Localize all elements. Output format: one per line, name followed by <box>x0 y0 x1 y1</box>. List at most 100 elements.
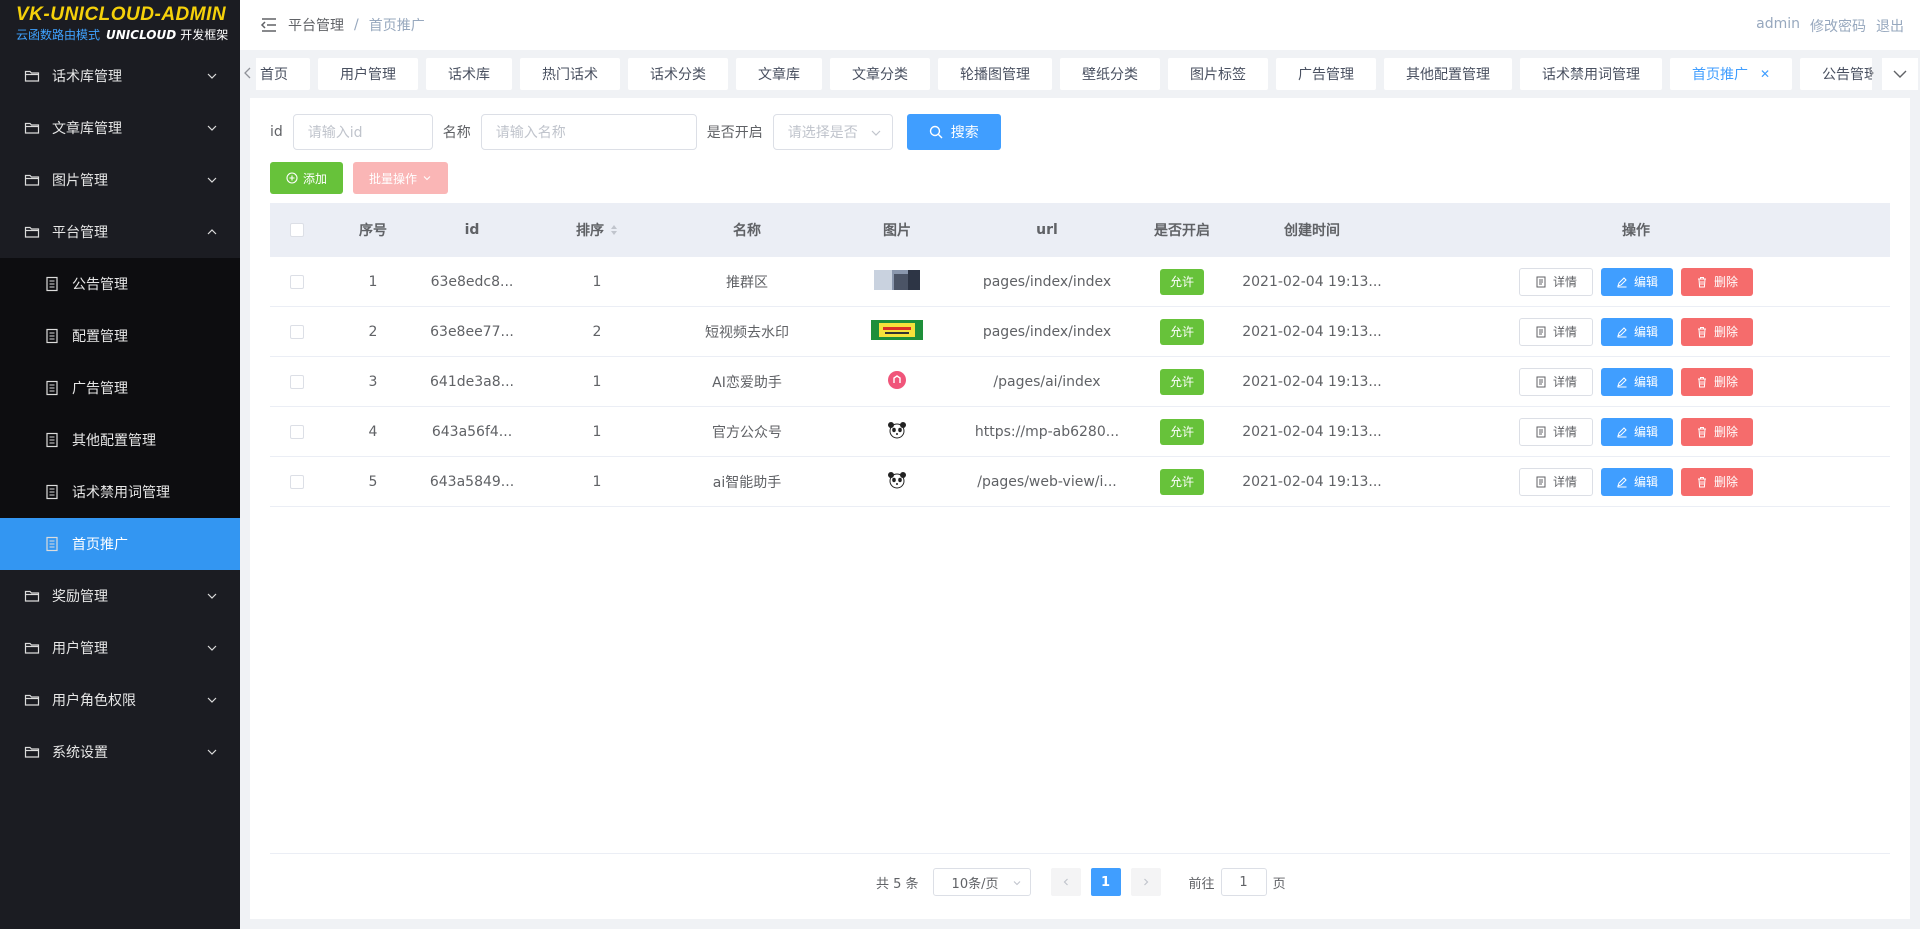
submenu-item-2[interactable]: 广告管理 <box>0 362 240 414</box>
prev-page-button[interactable] <box>1050 868 1081 896</box>
status-badge: 允许 <box>1159 318 1204 345</box>
edit-button[interactable]: 编辑 <box>1600 417 1673 446</box>
close-icon[interactable]: ✕ <box>1760 67 1770 81</box>
detail-button[interactable]: 详情 <box>1518 267 1593 296</box>
row-checkbox[interactable] <box>290 274 304 289</box>
row-check-cell <box>270 274 324 289</box>
add-button[interactable]: 添加 <box>270 162 344 194</box>
submenu-item-4[interactable]: 话术禁用词管理 <box>0 466 240 518</box>
add-button-label: 添加 <box>303 171 328 186</box>
edit-button[interactable]: 编辑 <box>1600 467 1673 496</box>
detail-button[interactable]: 详情 <box>1518 367 1593 396</box>
tag-14[interactable]: 公告管理 <box>1800 58 1872 90</box>
sidebar-item-after-0[interactable]: 奖励管理 <box>0 570 240 622</box>
delete-button[interactable]: 删除 <box>1681 317 1754 346</box>
tag-11[interactable]: 其他配置管理 <box>1384 58 1512 90</box>
tag-2[interactable]: 话术库 <box>426 58 512 90</box>
row-checkbox[interactable] <box>290 424 304 439</box>
submenu-item-5[interactable]: 首页推广 <box>0 518 240 570</box>
sidebar-item-after-2[interactable]: 用户角色权限 <box>0 674 240 726</box>
submenu-item-1[interactable]: 配置管理 <box>0 310 240 362</box>
sort-caret-icon[interactable] <box>610 224 618 236</box>
edit-button[interactable]: 编辑 <box>1600 317 1673 346</box>
cell-ops: 详情 编辑 删除 <box>1382 367 1890 396</box>
logo-sub-a: 云函数路由模式 <box>16 28 101 42</box>
row-checkbox[interactable] <box>290 374 304 389</box>
id-input[interactable]: 请输入id <box>292 114 433 150</box>
sidebar-item-2[interactable]: 图片管理 <box>0 154 240 206</box>
batch-operation-button[interactable]: 批量操作 <box>353 162 449 194</box>
tag-5[interactable]: 文章库 <box>736 58 822 90</box>
next-page-button[interactable] <box>1130 868 1161 896</box>
tag-7[interactable]: 轮播图管理 <box>938 58 1052 90</box>
delete-button[interactable]: 删除 <box>1681 417 1754 446</box>
detail-button[interactable]: 详情 <box>1518 317 1593 346</box>
edit-icon <box>1616 326 1628 338</box>
tag-12[interactable]: 话术禁用词管理 <box>1520 58 1662 90</box>
tag-3[interactable]: 热门话术 <box>520 58 620 90</box>
col-header-name: 名称 <box>733 223 761 239</box>
change-password-link[interactable]: 修改密码 <box>1810 16 1866 36</box>
row-checkbox[interactable] <box>290 474 304 489</box>
tag-1[interactable]: 用户管理 <box>318 58 418 90</box>
cell-ops: 详情 编辑 删除 <box>1382 467 1890 496</box>
goto-page-input[interactable]: 1 <box>1220 868 1267 896</box>
thumbnail-image[interactable] <box>887 370 907 394</box>
delete-button[interactable]: 删除 <box>1681 467 1754 496</box>
submenu-item-label: 广告管理 <box>72 381 128 397</box>
detail-button[interactable]: 详情 <box>1518 417 1593 446</box>
logout-link[interactable]: 退出 <box>1876 16 1904 36</box>
col-header-time: 创建时间 <box>1284 223 1340 239</box>
tag-label: 话术禁用词管理 <box>1542 67 1640 83</box>
name-input[interactable]: 请输入名称 <box>480 114 697 150</box>
cell-image <box>822 370 972 394</box>
thumbnail-image[interactable] <box>874 269 920 294</box>
tags-scroll-left-icon[interactable] <box>242 66 254 80</box>
delete-button[interactable]: 删除 <box>1681 267 1754 296</box>
open-select[interactable]: 请选择是否 <box>772 114 893 150</box>
breadcrumb-item-platform[interactable]: 平台管理 <box>288 15 344 35</box>
chevron-down-icon <box>206 694 218 706</box>
cell-no: 5 <box>368 473 378 490</box>
thumbnail-image[interactable] <box>871 319 923 344</box>
thumbnail-image[interactable] <box>887 421 907 443</box>
breadcrumb-separator: / <box>354 17 359 33</box>
delete-button[interactable]: 删除 <box>1681 367 1754 396</box>
search-button[interactable]: 搜索 <box>906 114 1001 150</box>
tag-6[interactable]: 文章分类 <box>830 58 930 90</box>
tags-dropdown-button[interactable] <box>1882 58 1918 90</box>
tag-4[interactable]: 话术分类 <box>628 58 728 90</box>
edit-button[interactable]: 编辑 <box>1600 267 1673 296</box>
tag-10[interactable]: 广告管理 <box>1276 58 1376 90</box>
row-checkbox[interactable] <box>290 324 304 339</box>
tag-13[interactable]: 首页推广 ✕ <box>1670 58 1793 90</box>
select-all-checkbox[interactable] <box>290 223 304 237</box>
detail-button[interactable]: 详情 <box>1518 467 1593 496</box>
chevron-left-icon <box>1063 878 1068 886</box>
sidebar-item-label: 用户角色权限 <box>52 693 136 709</box>
sidebar-item-after-3[interactable]: 系统设置 <box>0 726 240 778</box>
sidebar-item-0[interactable]: 话术库管理 <box>0 50 240 102</box>
submenu-item-3[interactable]: 其他配置管理 <box>0 414 240 466</box>
sidebar-item-1[interactable]: 文章库管理 <box>0 102 240 154</box>
tag-9[interactable]: 图片标签 <box>1168 58 1268 90</box>
col-header-sort[interactable]: 排序 <box>522 220 672 240</box>
cell-url: https://mp-ab6280... <box>974 423 1120 440</box>
sidebar-item-label: 平台管理 <box>52 225 108 241</box>
data-table: 序号 id 排序 名称 图片 url 是否开启 创建时间 操作 1 63e8ed… <box>270 203 1890 507</box>
sidebar-item-after-1[interactable]: 用户管理 <box>0 622 240 674</box>
table-row: 4 643a56f4... 1 官方公众号 https://mp-ab6280.… <box>270 407 1890 457</box>
page-size-select[interactable]: 10条/页 <box>932 868 1031 896</box>
select-all-cell <box>270 223 324 237</box>
tag-8[interactable]: 壁纸分类 <box>1060 58 1160 90</box>
submenu-item-0[interactable]: 公告管理 <box>0 258 240 310</box>
delete-label: 删除 <box>1714 425 1739 439</box>
page-number-current[interactable]: 1 <box>1090 868 1121 896</box>
menu-fold-icon[interactable] <box>260 16 278 34</box>
tag-0[interactable]: 首页 <box>256 58 310 90</box>
user-name[interactable]: admin <box>1756 16 1800 36</box>
edit-button[interactable]: 编辑 <box>1600 367 1673 396</box>
thumbnail-image[interactable] <box>887 471 907 493</box>
tags-scroll-right-icon[interactable] <box>1864 66 1876 80</box>
sidebar-item-3[interactable]: 平台管理 <box>0 206 240 258</box>
